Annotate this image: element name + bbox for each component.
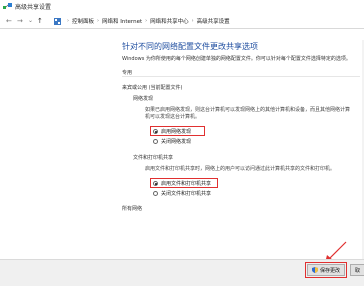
breadcrumb-separator: › (191, 18, 194, 24)
shield-icon (311, 267, 318, 273)
disable-network-discovery-radio[interactable] (153, 139, 158, 144)
breadcrumb-advanced-sharing[interactable]: 高级共享设置 (197, 17, 230, 25)
address-bar: ← → ⌄ ↑ › 控制面板 › 网络和 Internet › 网络和共享中心 … (0, 14, 364, 29)
file-printer-sharing-heading: 文件和打印机共享 (133, 155, 174, 161)
breadcrumb: › 控制面板 › 网络和 Internet › 网络和共享中心 › 高级共享设置 (54, 17, 230, 25)
disable-file-sharing-option[interactable]: 关闭文件和打印机共享 (153, 190, 211, 197)
enable-network-discovery-option[interactable]: 启用网络发现 (153, 128, 191, 135)
recent-locations-button[interactable]: ⌄ (28, 17, 33, 25)
divider (122, 76, 360, 77)
enable-network-discovery-radio[interactable] (153, 129, 158, 134)
profile-private[interactable]: 专用 (122, 69, 132, 76)
enable-file-sharing-label: 启用文件和打印机共享 (161, 181, 212, 187)
breadcrumb-separator: › (97, 18, 100, 24)
profile-guest-public[interactable]: 来宾或公用 (当前配置文件) (122, 84, 183, 91)
enable-network-discovery-label: 启用网络发现 (161, 129, 192, 135)
enable-file-sharing-option[interactable]: 启用文件和打印机共享 (153, 180, 211, 187)
back-button[interactable]: ← (6, 17, 12, 25)
disable-file-sharing-radio[interactable] (153, 191, 158, 196)
profile-all-networks[interactable]: 所有网络 (122, 205, 142, 212)
disable-file-sharing-label: 关闭文件和打印机共享 (161, 191, 212, 197)
cancel-button[interactable]: 取 (350, 264, 364, 276)
save-changes-label: 保存更改 (319, 267, 340, 274)
page-description: Windows 为你所使用的每个网络创建单独的网络配置文件。你可以针对每个配置文… (122, 56, 351, 62)
breadcrumb-separator: › (145, 18, 148, 24)
disable-network-discovery-option[interactable]: 关闭网络发现 (153, 138, 191, 145)
breadcrumb-network-internet[interactable]: 网络和 Internet (102, 17, 142, 25)
enable-file-sharing-radio[interactable] (153, 181, 158, 186)
breadcrumb-control-panel[interactable]: 控制面板 (72, 17, 94, 25)
title-bar: 高级共享设置 (0, 0, 364, 15)
breadcrumb-separator: › (67, 18, 69, 24)
cancel-label: 取 (355, 267, 361, 274)
breadcrumb-network-sharing-center[interactable]: 网络和共享中心 (150, 17, 189, 25)
forward-button[interactable]: → (17, 17, 23, 25)
network-app-icon (3, 3, 12, 9)
network-discovery-desc-2: 机可以发现这台计算机。 (145, 114, 201, 120)
save-changes-button[interactable]: 保存更改 (307, 264, 345, 276)
page-title: 针对不同的网络配置文件更改共享选项 (122, 42, 258, 51)
window-title: 高级共享设置 (15, 4, 52, 11)
file-printer-sharing-desc: 启用文件和打印机共享时，网络上的用户可以访问通过此计算机共享的文件和打印机。 (145, 166, 336, 172)
disable-network-discovery-label: 关闭网络发现 (161, 139, 192, 145)
control-panel-icon (54, 17, 61, 25)
network-discovery-heading: 网络发现 (133, 96, 154, 102)
up-button[interactable]: ↑ (37, 17, 43, 25)
